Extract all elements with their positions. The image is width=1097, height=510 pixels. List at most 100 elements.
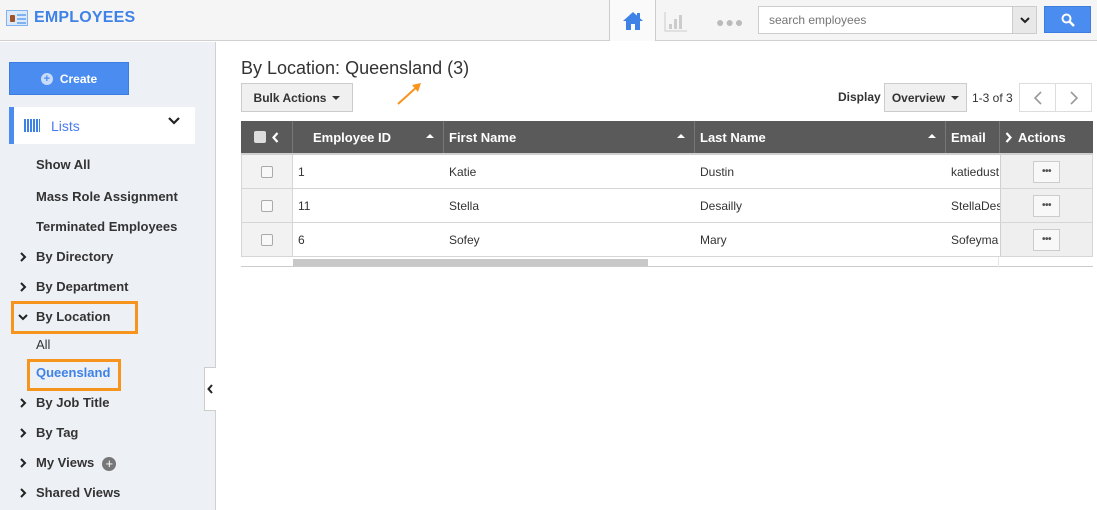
sidebar: + Create Lists Show All Mass Role Assign… [0, 42, 216, 510]
row-select-cell [241, 223, 293, 256]
bulk-actions-button[interactable]: Bulk Actions [241, 83, 353, 112]
pagination-range: 1-3 of 3 [972, 91, 1013, 105]
sidebar-item-shared-views[interactable]: Shared Views [36, 485, 120, 500]
column-header-actions: Actions [1000, 121, 1093, 153]
caret-down-icon [332, 95, 341, 100]
sidebar-item-by-directory[interactable]: By Directory [36, 249, 113, 264]
home-icon [622, 11, 643, 30]
select-all-header [241, 121, 293, 153]
home-button[interactable] [609, 0, 656, 41]
cell-first-name: Katie [449, 164, 477, 179]
sidebar-subitem-all[interactable]: All [36, 337, 50, 352]
display-label: Display [838, 90, 881, 104]
search-filter-dropdown[interactable] [1012, 7, 1036, 33]
cell-employee-id[interactable]: 1 [293, 155, 444, 188]
chevron-left-icon [207, 384, 213, 394]
chevron-left-icon [1033, 90, 1042, 105]
collapse-sidebar-button[interactable] [204, 367, 216, 411]
sidebar-item-my-views[interactable]: My Views + [36, 455, 117, 471]
row-select-cell [241, 155, 293, 188]
chevron-down-icon[interactable] [18, 312, 28, 322]
search-button[interactable] [1044, 6, 1091, 33]
sidebar-item-by-job-title[interactable]: By Job Title [36, 395, 109, 410]
column-header-email[interactable]: Email [946, 121, 1000, 153]
chevron-down-icon [1019, 16, 1030, 23]
chevron-right-icon[interactable] [18, 398, 28, 408]
sort-asc-icon [928, 134, 936, 138]
column-header-employee-id[interactable]: Employee ID [293, 121, 444, 153]
annotation-arrow-icon [397, 83, 421, 105]
chevron-right-icon[interactable] [18, 458, 28, 468]
sidebar-item-terminated-employees[interactable]: Terminated Employees [36, 219, 177, 234]
cell-first-name: Stella [449, 198, 480, 213]
chevron-right-icon [1069, 90, 1078, 105]
column-label: First Name [449, 129, 517, 145]
my-views-label: My Views [36, 455, 95, 470]
row-actions-button[interactable]: ••• [1033, 160, 1060, 183]
chevron-right-icon[interactable] [18, 428, 28, 438]
row-actions-button[interactable]: ••• [1033, 228, 1060, 251]
cell-actions: ••• [1000, 155, 1093, 188]
page-title: By Location: Queensland (3) [241, 58, 470, 78]
table-header: Employee ID First Name Last Name Email A… [241, 121, 1093, 155]
add-view-icon[interactable]: + [102, 457, 117, 471]
column-label: Last Name [700, 129, 766, 145]
chevron-right-icon[interactable] [18, 488, 28, 498]
row-actions-button[interactable]: ••• [1033, 194, 1060, 217]
more-icon: ●●● [716, 14, 745, 30]
search-icon [1061, 13, 1075, 27]
column-header-last-name[interactable]: Last Name [695, 121, 946, 153]
column-label: Employee ID [313, 129, 392, 145]
table-row[interactable]: 11 Stella Desailly StellaDes ••• [241, 189, 1093, 223]
top-bar: EMPLOYEES ●●● [0, 0, 1097, 41]
lists-label: Lists [51, 117, 80, 134]
create-label: Create [59, 71, 98, 86]
sidebar-item-by-department[interactable]: By Department [36, 279, 128, 294]
employees-table: Employee ID First Name Last Name Email A… [241, 121, 1093, 267]
cell-email: Sofeyma [951, 232, 999, 247]
sidebar-item-by-tag[interactable]: By Tag [36, 425, 78, 440]
search-box [758, 6, 1037, 34]
chevron-right-icon[interactable] [18, 252, 28, 262]
sidebar-item-mass-role-assignment[interactable]: Mass Role Assignment [36, 189, 178, 204]
cell-last-name: Mary [700, 232, 727, 247]
prev-page-button[interactable] [1019, 83, 1056, 112]
row-checkbox[interactable] [261, 233, 273, 246]
reports-button[interactable] [664, 10, 688, 32]
lists-section-header[interactable]: Lists [9, 107, 195, 144]
sidebar-item-by-location[interactable]: By Location [36, 309, 110, 324]
sort-asc-icon [426, 134, 434, 138]
select-all-checkbox[interactable] [254, 131, 266, 143]
horizontal-scrollbar[interactable] [241, 257, 1093, 267]
row-select-cell [241, 189, 293, 222]
scrollbar-spacer [998, 257, 1093, 267]
employee-card-icon [6, 10, 28, 26]
cell-employee-id[interactable]: 11 [293, 189, 444, 222]
grid-list-icon [24, 119, 40, 132]
cell-email: StellaDes [951, 198, 1000, 213]
search-input[interactable] [759, 7, 1009, 33]
cell-actions: ••• [1000, 223, 1093, 256]
sidebar-subitem-queensland[interactable]: Queensland [36, 365, 110, 380]
app-title: EMPLOYEES [34, 9, 136, 26]
column-header-first-name[interactable]: First Name [444, 121, 695, 153]
sidebar-item-show-all[interactable]: Show All [36, 157, 90, 172]
app-brand[interactable]: EMPLOYEES [6, 9, 135, 27]
row-checkbox[interactable] [261, 165, 273, 178]
table-row[interactable]: 6 Sofey Mary Sofeyma ••• [241, 223, 1093, 257]
plus-circle-icon: + [40, 72, 53, 85]
table-row[interactable]: 1 Katie Dustin katiedust ••• [241, 155, 1093, 189]
more-button[interactable]: ●●● [716, 14, 744, 30]
cell-employee-id[interactable]: 6 [293, 223, 444, 256]
chart-icon [664, 12, 687, 32]
next-page-button[interactable] [1055, 83, 1092, 112]
chevron-down-icon [168, 117, 180, 125]
chevron-right-icon[interactable] [1005, 131, 1012, 143]
create-button[interactable]: + Create [9, 62, 129, 95]
scrollbar-thumb[interactable] [293, 259, 648, 266]
bulk-actions-label: Bulk Actions [253, 90, 327, 105]
chevron-left-icon[interactable] [272, 131, 279, 143]
row-checkbox[interactable] [261, 199, 273, 212]
chevron-right-icon[interactable] [18, 282, 28, 292]
display-select[interactable]: Overview [884, 83, 967, 112]
